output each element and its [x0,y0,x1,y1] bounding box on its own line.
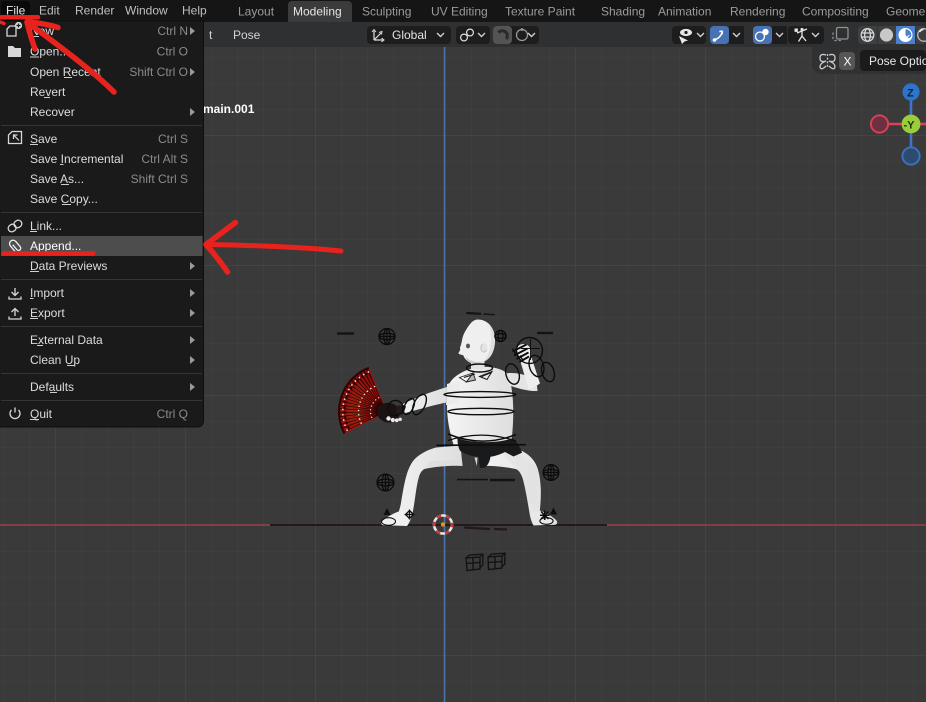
svg-text:Help: Help [182,4,207,18]
svg-text:Geome: Geome [886,5,926,19]
svg-text:Z: Z [907,88,914,100]
svg-text:Recover: Recover [30,105,75,119]
svg-text:Append...: Append... [30,239,81,253]
svg-text:Ctrl Alt S: Ctrl Alt S [141,152,188,166]
svg-text:Shift Ctrl S: Shift Ctrl S [131,172,188,186]
svg-text:Ctrl S: Ctrl S [158,132,188,146]
svg-text:Quit: Quit [30,407,53,421]
svg-text:-Y: -Y [904,120,916,132]
svg-text:UV Editing: UV Editing [431,5,488,19]
svg-text:Compositing: Compositing [802,5,869,19]
svg-text:Pose: Pose [233,28,261,42]
svg-text:External Data: External Data [30,333,103,347]
svg-text:Ctrl N: Ctrl N [157,24,188,38]
svg-text:Ctrl Q: Ctrl Q [157,407,188,421]
svg-text:Save As...: Save As... [30,172,84,186]
svg-text:Layout: Layout [238,5,275,19]
svg-text:Shift Ctrl O: Shift Ctrl O [129,65,188,79]
svg-text:Export: Export [30,306,65,320]
svg-text:Modeling: Modeling [293,5,342,19]
svg-text:Data Previews: Data Previews [30,259,107,273]
svg-text:Import: Import [30,286,65,300]
svg-text:Texture Paint: Texture Paint [505,5,576,19]
svg-text:Pose Optio: Pose Optio [869,54,926,68]
svg-text:main.001: main.001 [203,102,255,116]
svg-text:Shading: Shading [601,5,645,19]
svg-text:Rendering: Rendering [730,5,785,19]
svg-text:Save Incremental: Save Incremental [30,152,123,166]
svg-text:Clean Up: Clean Up [30,353,80,367]
svg-text:Edit: Edit [39,4,60,18]
svg-text:Ctrl O: Ctrl O [157,45,188,59]
svg-text:Render: Render [75,4,114,18]
svg-text:Save: Save [30,132,58,146]
svg-text:Link...: Link... [30,219,62,233]
svg-text:Sculpting: Sculpting [362,5,411,19]
svg-text:Revert: Revert [30,85,66,99]
svg-text:Animation: Animation [658,5,711,19]
svg-text:X: X [844,55,852,69]
svg-text:Global: Global [392,28,427,42]
svg-text:Defaults: Defaults [30,380,74,394]
svg-text:Window: Window [125,4,168,18]
svg-text:Save Copy...: Save Copy... [30,192,98,206]
